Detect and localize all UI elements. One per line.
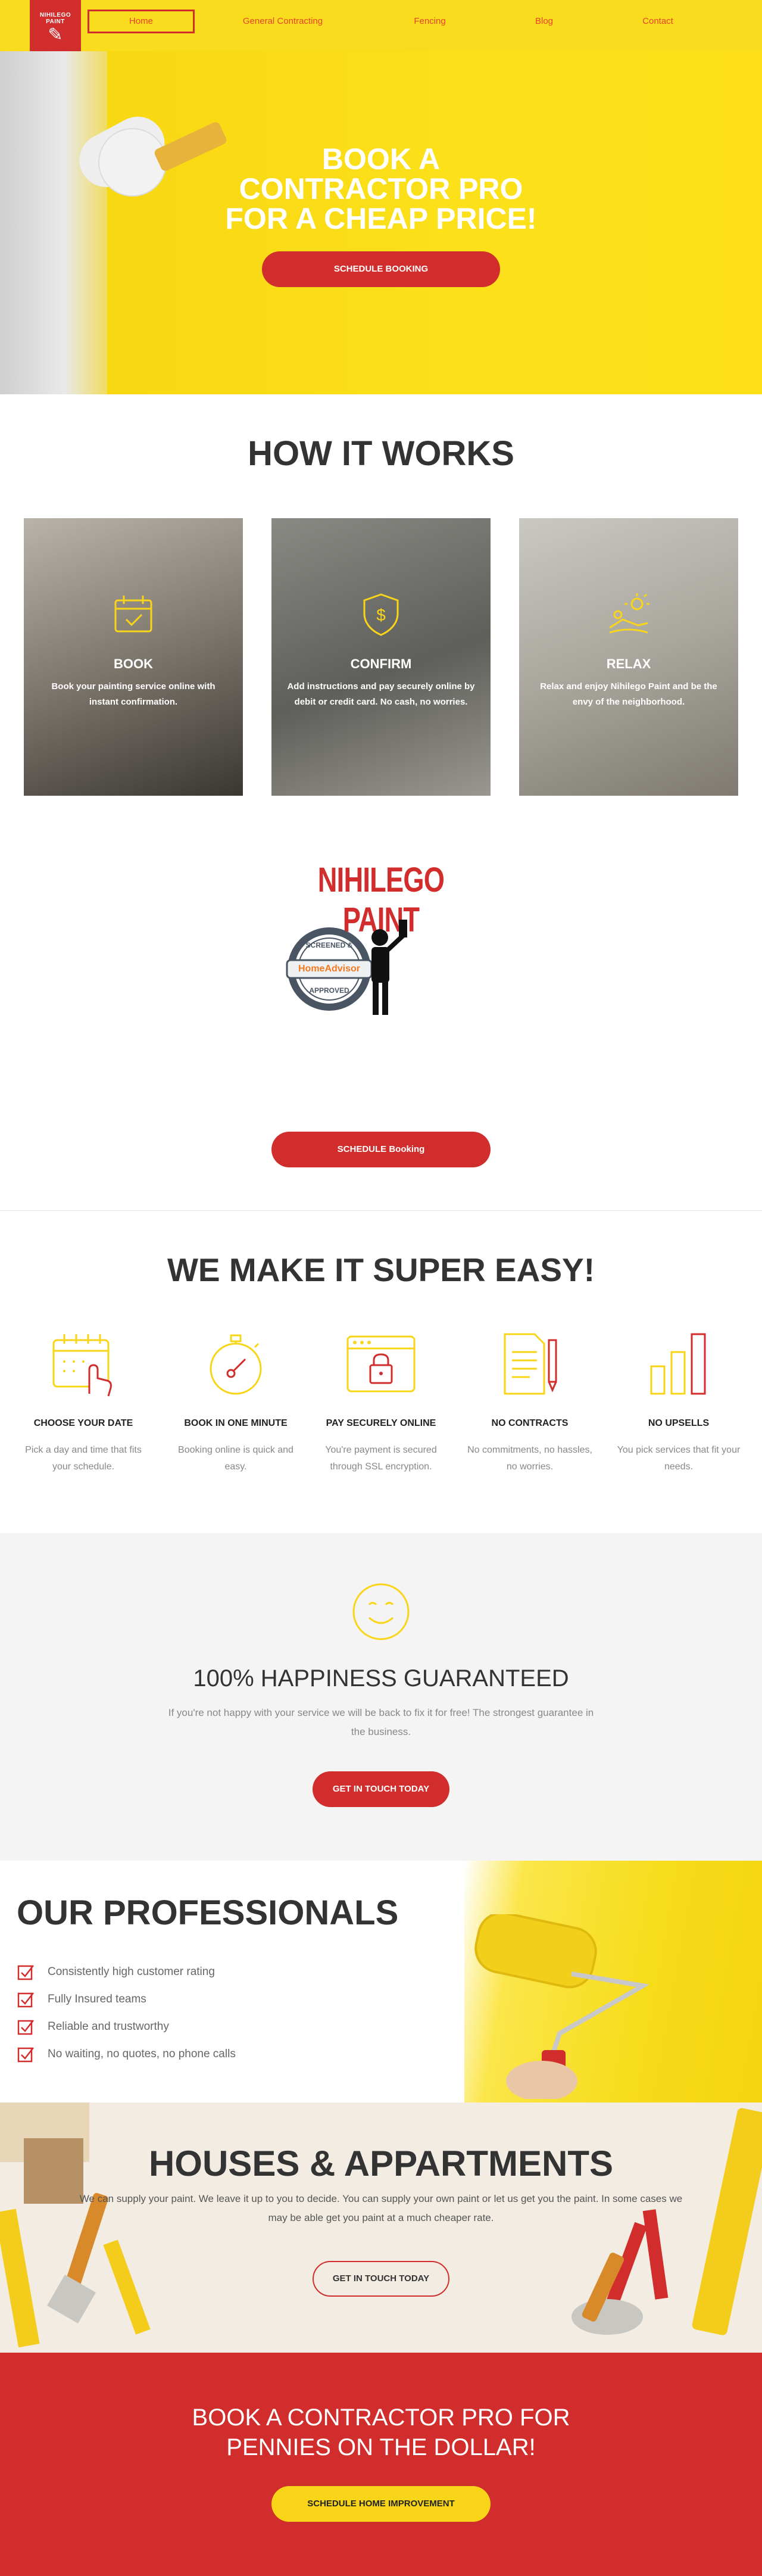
- checkbox-check-icon: [17, 1992, 34, 2008]
- smiley-icon: [352, 1583, 410, 1640]
- get-in-touch-button[interactable]: GET IN TOUCH TODAY: [313, 1771, 449, 1807]
- feature-pay-securely: PAY SECURELY ONLINE You're payment is se…: [316, 1328, 446, 1475]
- checkbox-check-icon: [17, 2020, 34, 2035]
- nav-item-fencing[interactable]: Fencing: [376, 10, 483, 33]
- professionals-title: OUR PROFESSIONALS: [17, 1893, 399, 1932]
- painter-mascot-icon: [371, 920, 407, 1015]
- painter-figure-icon: ✎: [48, 25, 63, 45]
- super-easy-title: WE MAKE IT SUPER EASY!: [167, 1251, 595, 1288]
- nav-item-contact[interactable]: Contact: [604, 10, 711, 33]
- section-divider: [0, 1210, 762, 1211]
- houses-section: HOUSES & APPARTMENTS We can supply your …: [0, 2102, 762, 2353]
- hero-wall-image: [0, 0, 107, 394]
- badge-bottom-text: APPROVED: [309, 986, 349, 995]
- logo-text: NIHILEGO PAINT: [39, 12, 71, 25]
- card-book: BOOK Book your painting service online w…: [24, 518, 243, 796]
- shield-dollar-icon: $: [363, 593, 399, 636]
- card-description: Book your painting service online with i…: [51, 681, 216, 707]
- list-item: Fully Insured teams: [17, 1986, 236, 2013]
- relax-sun-icon: [609, 593, 649, 634]
- list-item: Reliable and trustworthy: [17, 2013, 236, 2041]
- stopwatch-icon: [210, 1334, 262, 1395]
- card-title: RELAX: [606, 656, 651, 671]
- card-confirm: $ CONFIRM Add instructions and pay secur…: [271, 518, 491, 796]
- card-relax: RELAX Relax and enjoy Nihilego Paint and…: [519, 518, 738, 796]
- contract-pen-icon: [504, 1333, 557, 1395]
- professionals-list: Consistently high customer rating Fully …: [17, 1958, 236, 2068]
- feature-no-contracts: NO CONTRACTS No commitments, no hassles,…: [464, 1328, 595, 1475]
- cta-title: BOOK A CONTRACTOR PRO FOR PENNIES ON THE…: [192, 2404, 570, 2460]
- hero-section: BOOK A CONTRACTOR PRO FOR A CHEAP PRICE!…: [0, 0, 762, 394]
- feature-title: NO CONTRACTS: [491, 1418, 569, 1428]
- houses-description: We can supply your paint. We leave it up…: [79, 2193, 683, 2223]
- nav-item-general-contracting[interactable]: General Contracting: [229, 10, 336, 33]
- feature-description: No commitments, no hassles, no worries.: [467, 1445, 592, 1472]
- list-item-label: Fully Insured teams: [48, 1993, 146, 2005]
- schedule-booking-button-2[interactable]: SCHEDULE Booking: [271, 1132, 491, 1167]
- homeadvisor-badge: SCREENED & HomeAdvisor APPROVED: [285, 924, 374, 1014]
- how-it-works-title: HOW IT WORKS: [248, 434, 514, 473]
- badge-homeadvisor-text: HomeAdvisor: [298, 964, 361, 974]
- nav-item-home[interactable]: Home: [88, 10, 195, 33]
- guarantee-section: 100% HAPPINESS GUARANTEED If you're not …: [0, 1533, 762, 1861]
- feature-description: You're payment is secured through SSL en…: [325, 1445, 437, 1472]
- calendar-check-icon: [114, 596, 152, 633]
- card-description: Add instructions and pay securely online…: [287, 681, 475, 707]
- nav-item-blog[interactable]: Blog: [491, 10, 598, 33]
- site-logo[interactable]: NIHILEGO PAINT ✎: [30, 0, 81, 51]
- hero-title-line: CONTRACTOR PRO: [239, 172, 523, 205]
- schedule-booking-button[interactable]: SCHEDULE BOOKING: [262, 251, 500, 287]
- hero-title: BOOK A CONTRACTOR PRO FOR A CHEAP PRICE!: [202, 144, 560, 233]
- card-description: Relax and enjoy Nihilego Paint and be th…: [540, 681, 717, 707]
- feature-description: You pick services that fit your needs.: [617, 1445, 741, 1472]
- feature-description: Booking online is quick and easy.: [178, 1445, 293, 1472]
- calendar-hand-icon: [52, 1334, 112, 1397]
- bar-chart-icon: [650, 1333, 706, 1395]
- houses-title: HOUSES & APPARTMENTS: [148, 2144, 614, 2183]
- schedule-home-improvement-button[interactable]: SCHEDULE HOME IMPROVEMENT: [271, 2486, 491, 2522]
- guarantee-description: If you're not happy with your service we…: [168, 1707, 594, 1737]
- badge-top-text: SCREENED &: [305, 941, 353, 949]
- guarantee-title: 100% HAPPINESS GUARANTEED: [193, 1665, 569, 1692]
- get-in-touch-button-2[interactable]: GET IN TOUCH TODAY: [313, 2261, 449, 2297]
- feature-title: BOOK IN ONE MINUTE: [184, 1418, 288, 1428]
- feature-description: Pick a day and time that fits your sched…: [25, 1445, 142, 1472]
- list-item-label: Reliable and trustworthy: [48, 2020, 169, 2033]
- list-item-label: Consistently high customer rating: [48, 1966, 215, 1978]
- list-item: No waiting, no quotes, no phone calls: [17, 2041, 236, 2068]
- card-title: BOOK: [114, 656, 153, 671]
- top-navbar: NIHILEGO PAINT ✎ Home General Contractin…: [0, 0, 762, 51]
- feature-title: CHOOSE YOUR DATE: [33, 1418, 133, 1428]
- list-item-label: No waiting, no quotes, no phone calls: [48, 2048, 236, 2060]
- hero-title-line: BOOK A: [321, 142, 441, 176]
- checkbox-check-icon: [17, 1965, 34, 1980]
- svg-text:$: $: [376, 606, 386, 624]
- card-title: CONFIRM: [350, 656, 412, 671]
- hero-title-line: FOR A CHEAP PRICE!: [225, 202, 537, 235]
- list-item: Consistently high customer rating: [17, 1958, 236, 1986]
- feature-no-upsells: NO UPSELLS You pick services that fit yo…: [613, 1328, 744, 1475]
- paint-roller-image: [474, 1914, 649, 2099]
- feature-book-one-minute: BOOK IN ONE MINUTE Booking online is qui…: [170, 1328, 301, 1475]
- hero-glove-image: [98, 128, 167, 197]
- tools-left-image: [0, 2102, 151, 2348]
- feature-title: NO UPSELLS: [648, 1418, 710, 1428]
- footer-cta-section: BOOK A CONTRACTOR PRO FOR PENNIES ON THE…: [0, 2353, 762, 2576]
- browser-lock-icon: [346, 1335, 416, 1393]
- professionals-section: OUR PROFESSIONALS Consistently high cust…: [0, 1861, 762, 2102]
- feature-title: PAY SECURELY ONLINE: [326, 1418, 436, 1428]
- feature-choose-date: CHOOSE YOUR DATE Pick a day and time tha…: [18, 1328, 149, 1475]
- tools-right-image: [572, 2108, 762, 2335]
- checkbox-check-icon: [17, 2047, 34, 2063]
